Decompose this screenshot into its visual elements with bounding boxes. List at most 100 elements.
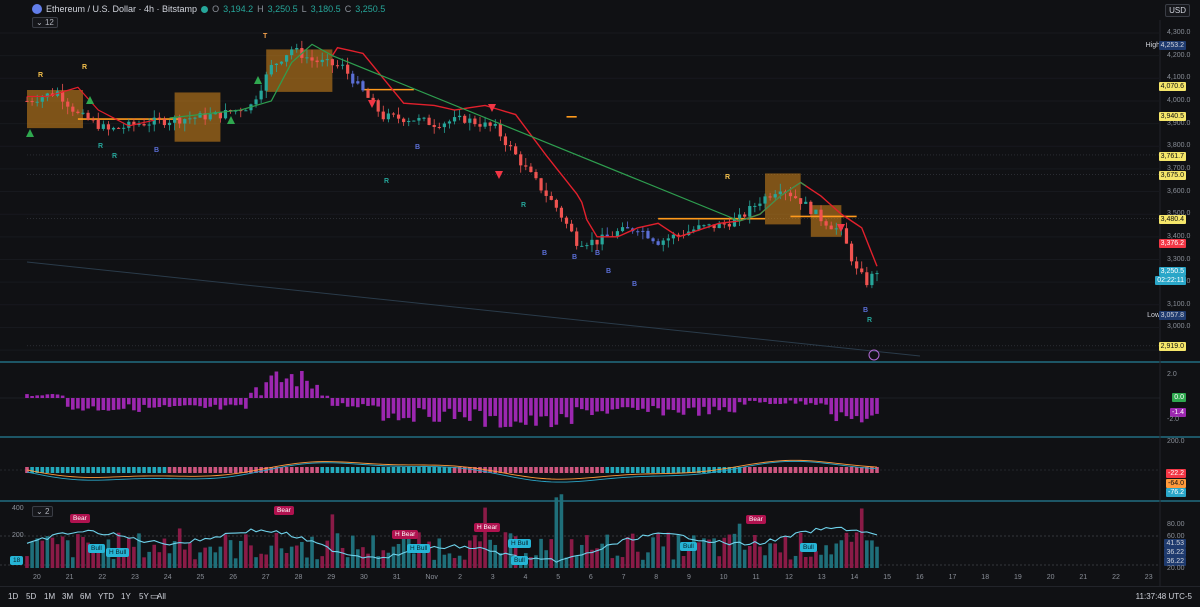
momentum-bar <box>60 467 65 473</box>
momentum-bar <box>208 467 213 473</box>
momentum-bar <box>620 467 625 473</box>
timeframe-button[interactable]: 5D <box>26 592 36 601</box>
momentum-bar <box>768 467 772 473</box>
momentum-bar <box>625 467 630 473</box>
histogram-bar <box>50 394 55 398</box>
histogram-bar <box>849 398 854 419</box>
volume-bar <box>574 555 579 568</box>
candle <box>208 114 212 120</box>
momentum-bar <box>284 467 289 473</box>
histogram-bar <box>727 398 732 412</box>
candle <box>101 124 105 129</box>
timeframe-button[interactable]: 5Y <box>139 592 149 601</box>
volume-bar <box>167 553 172 568</box>
histogram-bar <box>96 398 101 411</box>
volume-bar <box>859 508 864 568</box>
histogram-bar <box>305 380 309 398</box>
bull-divergence-badge: H Bull <box>407 544 431 553</box>
histogram-bar <box>213 398 218 405</box>
histogram-bar <box>478 398 482 411</box>
histogram-bar <box>824 398 828 405</box>
volume-bar <box>76 534 80 568</box>
timeframe-button[interactable]: 1D <box>8 592 18 601</box>
calendar-icon[interactable]: ▭ <box>150 591 159 602</box>
chart-canvas[interactable] <box>0 0 1200 606</box>
pane4-value-tag: 41.53 <box>1164 539 1186 548</box>
momentum-bar <box>549 467 554 473</box>
candle <box>427 117 431 125</box>
volume-bar <box>763 555 767 568</box>
histogram-bar <box>356 398 360 408</box>
volume-bar <box>315 559 319 568</box>
time-label: 30 <box>360 574 368 581</box>
histogram-bar <box>121 398 126 409</box>
momentum-bar <box>503 467 508 473</box>
volume-bar <box>132 546 136 568</box>
pane4-collapse-button[interactable]: ⌄ 2 <box>32 506 54 517</box>
momentum-bar <box>116 467 121 473</box>
candle <box>284 55 289 62</box>
currency-button[interactable]: USD <box>1165 4 1190 17</box>
volume-bar <box>244 534 248 568</box>
histogram-bar <box>157 398 162 408</box>
volume-bar <box>732 533 737 568</box>
candle <box>111 127 116 130</box>
momentum-bar <box>742 467 747 473</box>
candle <box>386 113 390 120</box>
histogram-bar <box>753 398 757 401</box>
momentum-bar <box>86 467 90 473</box>
price-tick: 4,200.0 <box>1167 51 1191 59</box>
bottom-toolbar: 1D 5D 1M 3M 6M YTD 1Y 5Y All ▭ 11:37:48 UTC-5 <box>0 586 1200 607</box>
momentum-bar <box>238 467 243 473</box>
histogram-bar <box>518 398 523 423</box>
momentum-bar <box>839 467 844 473</box>
volume-bar <box>386 552 391 568</box>
momentum-bar <box>381 467 386 473</box>
volume-bar <box>488 539 492 568</box>
timeframe-button[interactable]: YTD <box>98 592 114 601</box>
candle <box>575 231 579 246</box>
candle <box>376 100 380 112</box>
volume-bar <box>391 546 396 568</box>
timeframe-button[interactable]: 1Y <box>121 592 131 601</box>
indicators-collapse-button[interactable]: ⌄ 12 <box>32 17 58 28</box>
volume-bar <box>839 540 844 568</box>
momentum-bar <box>437 467 442 473</box>
timeframe-button[interactable]: 3M <box>62 592 73 601</box>
histogram-bar <box>600 398 604 412</box>
histogram-bar <box>269 375 274 398</box>
time-label: 13 <box>817 574 826 581</box>
time-label: 19 <box>1014 574 1022 581</box>
histogram-bar <box>468 398 472 421</box>
time-label: 3 <box>490 574 495 581</box>
volume-bar <box>213 552 218 568</box>
histogram-bar <box>81 398 85 411</box>
symbol-legend[interactable]: Ethereum / U.S. Dollar · 4h · Bitstamp O… <box>32 4 385 14</box>
candle <box>437 126 441 128</box>
signal-b: B <box>154 147 160 154</box>
histogram-bar <box>366 398 370 406</box>
momentum-bar <box>508 467 513 473</box>
clock[interactable]: 11:37:48 UTC-5 <box>1136 592 1192 601</box>
histogram-bar <box>793 398 798 404</box>
time-label: 2 <box>458 574 462 581</box>
timeframe-button[interactable]: 6M <box>80 592 91 601</box>
timeframe-button[interactable]: 1M <box>44 592 55 601</box>
candle <box>849 243 854 262</box>
volume-bar <box>198 552 202 568</box>
histogram-bar <box>254 387 258 398</box>
bull-divergence-badge: H Bull <box>508 539 532 548</box>
momentum-bar <box>605 467 610 473</box>
histogram-bar <box>839 398 844 413</box>
candle <box>442 123 446 128</box>
histogram-bar <box>310 388 314 398</box>
candle <box>870 273 874 286</box>
candle <box>188 118 192 120</box>
momentum-bar <box>544 467 548 473</box>
volume-bar <box>238 540 243 568</box>
momentum-bar <box>325 467 330 473</box>
candle <box>167 122 172 126</box>
volume-bar <box>844 532 849 568</box>
signal-r: R <box>521 202 527 209</box>
histogram-bar <box>625 398 630 408</box>
